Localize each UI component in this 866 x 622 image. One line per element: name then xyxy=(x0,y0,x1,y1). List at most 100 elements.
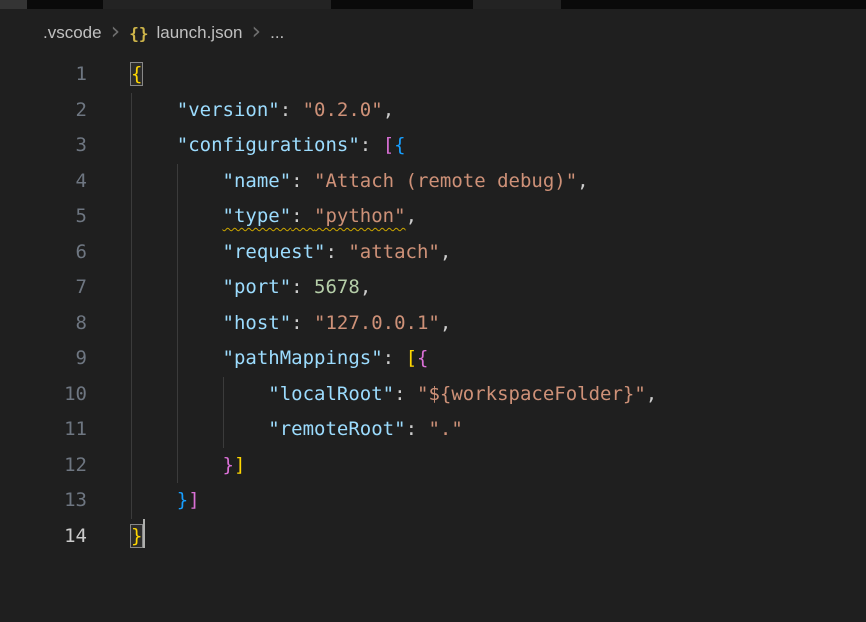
indent-guide xyxy=(223,412,224,448)
line-content: "configurations": [{ xyxy=(93,128,866,164)
indent-guide xyxy=(177,306,178,342)
code-token xyxy=(131,134,177,156)
indent-guide xyxy=(131,306,132,342)
line-content: "request": "attach", xyxy=(93,235,866,271)
line-number[interactable]: 13 xyxy=(0,483,93,519)
line-content: "port": 5678, xyxy=(93,270,866,306)
line-number[interactable]: 1 xyxy=(0,57,93,93)
line-content: "host": "127.0.0.1", xyxy=(93,306,866,342)
code-line[interactable]: 14} xyxy=(0,519,866,555)
code-token: } xyxy=(131,525,142,547)
code-token: : xyxy=(291,205,314,227)
code-token: : xyxy=(325,241,348,263)
json-file-icon: {} xyxy=(129,24,148,43)
code-line[interactable]: 5 "type": "python", xyxy=(0,199,866,235)
indent-guide xyxy=(131,341,132,377)
line-content: "name": "Attach (remote debug)", xyxy=(93,164,866,200)
code-token xyxy=(131,383,268,405)
code-line[interactable]: 9 "pathMappings": [{ xyxy=(0,341,866,377)
code-token: , xyxy=(646,383,657,405)
line-number[interactable]: 5 xyxy=(0,199,93,235)
line-number[interactable]: 12 xyxy=(0,448,93,484)
code-token: "pathMappings" xyxy=(223,347,383,369)
tab-strip-segment xyxy=(473,0,561,9)
indent-guide xyxy=(223,377,224,413)
code-token: { xyxy=(131,63,142,85)
code-token: } xyxy=(223,454,234,476)
indent-guide xyxy=(177,448,178,484)
code-token xyxy=(131,99,177,121)
code-token: "configurations" xyxy=(177,134,360,156)
line-number[interactable]: 14 xyxy=(0,519,93,555)
code-token: : xyxy=(291,170,314,192)
code-line[interactable]: 8 "host": "127.0.0.1", xyxy=(0,306,866,342)
code-token: 5678 xyxy=(314,276,360,298)
indent-guide xyxy=(131,128,132,164)
code-token: "host" xyxy=(223,312,292,334)
code-token: "${workspaceFolder}" xyxy=(417,383,646,405)
line-number[interactable]: 2 xyxy=(0,93,93,129)
line-content: "version": "0.2.0", xyxy=(93,93,866,129)
code-token xyxy=(131,418,268,440)
code-token: : xyxy=(406,418,429,440)
code-token: ] xyxy=(234,454,245,476)
breadcrumb-file[interactable]: {} launch.json xyxy=(129,23,242,43)
code-token: "type" xyxy=(223,205,292,227)
indent-guide xyxy=(131,377,132,413)
code-token: } xyxy=(177,489,188,511)
code-token: "0.2.0" xyxy=(303,99,383,121)
code-line[interactable]: 1{ xyxy=(0,57,866,93)
code-token: ] xyxy=(188,489,199,511)
code-token: "port" xyxy=(223,276,292,298)
code-line[interactable]: 13 }] xyxy=(0,483,866,519)
code-line[interactable]: 3 "configurations": [{ xyxy=(0,128,866,164)
code-token: { xyxy=(394,134,405,156)
chevron-right-icon: › xyxy=(111,19,121,43)
indent-guide xyxy=(177,377,178,413)
line-content: "remoteRoot": "." xyxy=(93,412,866,448)
code-token: : xyxy=(291,312,314,334)
line-content: { xyxy=(93,57,866,93)
line-number[interactable]: 10 xyxy=(0,377,93,413)
line-number[interactable]: 4 xyxy=(0,164,93,200)
line-content: } xyxy=(93,519,866,555)
code-line[interactable]: 12 }] xyxy=(0,448,866,484)
code-token: "python" xyxy=(314,205,406,227)
code-token: , xyxy=(383,99,394,121)
code-token: "attach" xyxy=(348,241,440,263)
indent-guide xyxy=(131,164,132,200)
code-token: : xyxy=(394,383,417,405)
line-number[interactable]: 6 xyxy=(0,235,93,271)
line-number[interactable]: 7 xyxy=(0,270,93,306)
code-token: "." xyxy=(428,418,462,440)
indent-guide xyxy=(131,412,132,448)
code-editor[interactable]: 1{2 "version": "0.2.0",3 "configurations… xyxy=(0,57,866,554)
indent-guide xyxy=(177,270,178,306)
line-content: "pathMappings": [{ xyxy=(93,341,866,377)
code-token: : xyxy=(291,276,314,298)
line-number[interactable]: 9 xyxy=(0,341,93,377)
code-token: , xyxy=(577,170,588,192)
line-content: "type": "python", xyxy=(93,199,866,235)
code-token: "remoteRoot" xyxy=(268,418,405,440)
code-line[interactable]: 6 "request": "attach", xyxy=(0,235,866,271)
line-number[interactable]: 3 xyxy=(0,128,93,164)
code-line[interactable]: 4 "name": "Attach (remote debug)", xyxy=(0,164,866,200)
code-line[interactable]: 10 "localRoot": "${workspaceFolder}", xyxy=(0,377,866,413)
breadcrumb-file-label: launch.json xyxy=(156,23,242,43)
tab-strip-segment xyxy=(561,0,866,9)
indent-guide xyxy=(177,235,178,271)
line-number[interactable]: 8 xyxy=(0,306,93,342)
indent-guide xyxy=(177,164,178,200)
indent-guide xyxy=(131,93,132,129)
code-line[interactable]: 7 "port": 5678, xyxy=(0,270,866,306)
line-number[interactable]: 11 xyxy=(0,412,93,448)
code-line[interactable]: 11 "remoteRoot": "." xyxy=(0,412,866,448)
breadcrumb-symbol[interactable]: ... xyxy=(270,23,284,43)
indent-guide xyxy=(177,199,178,235)
vscode-editor-window: .vscode › {} launch.json › ... 1{2 "vers… xyxy=(0,0,866,554)
code-token: : xyxy=(360,134,383,156)
code-line[interactable]: 2 "version": "0.2.0", xyxy=(0,93,866,129)
code-token: [ xyxy=(383,134,394,156)
breadcrumb-folder[interactable]: .vscode xyxy=(43,23,102,43)
